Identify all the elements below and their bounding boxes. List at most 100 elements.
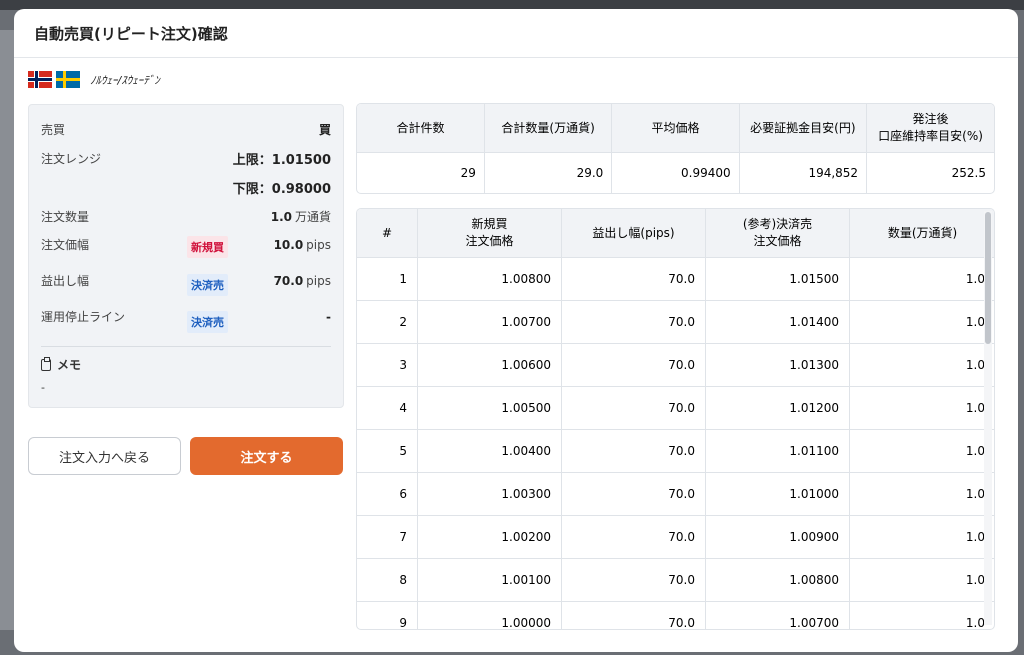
memo-heading: メモ [41, 356, 81, 373]
take-profit-row: 益出し幅 70.0 pips [41, 272, 331, 289]
table-cell: 4 [357, 386, 418, 430]
tp-value: 70.0 pips [273, 273, 331, 288]
stats-cell: 194,852 [739, 152, 868, 193]
table-row: 4 1.00500 70.0 1.01200 1.0 [357, 386, 994, 430]
orders-table[interactable]: # 新規買 注文価格 益出し幅(pips) (参考)決済売 注文価格 数量(万通貨) 1 1.… [356, 208, 995, 630]
clipboard-icon [41, 356, 51, 371]
table-cell: 1.01400 [705, 300, 850, 344]
table-cell: 1.0 [849, 558, 994, 602]
table-row: 2 1.00700 70.0 1.01400 1.0 [357, 300, 994, 344]
stop-value: - [326, 309, 331, 324]
range-lower-row: 下限：0.98000 [41, 178, 331, 197]
table-cell: 1.00500 [417, 386, 562, 430]
back-to-input-button[interactable]: 注文入力へ戻る [28, 437, 181, 475]
table-row: 1 1.00800 70.0 1.01500 1.0 [357, 257, 994, 301]
stop-label: 運用停止ライン [41, 310, 126, 324]
table-cell: 70.0 [561, 343, 706, 387]
stats-header: 合計数量(万通貨) [484, 104, 613, 153]
memo-value: - [41, 381, 45, 394]
table-cell: 1.0 [849, 257, 994, 301]
table-cell: 70.0 [561, 300, 706, 344]
side-label: 売買 [41, 123, 66, 137]
background-sidebar [0, 30, 14, 630]
qty-row: 注文数量 1.0 万通貨 [41, 208, 331, 225]
table-cell: 1.0 [849, 601, 994, 629]
confirm-dialog: 自動売買(リピート注文)確認 ﾉﾙｳｪｰ/ｽｳｪｰﾃﾞﾝ 売買 買 注文レンジ … [14, 9, 1018, 652]
orders-header: 新規買 注文価格 [417, 209, 562, 258]
stats-header: 合計件数 [357, 104, 485, 153]
table-row: 9 1.00000 70.0 1.00700 1.0 [357, 601, 994, 629]
table-cell: 70.0 [561, 558, 706, 602]
qty-value: 1.0 万通貨 [270, 210, 331, 224]
table-row: 5 1.00400 70.0 1.01100 1.0 [357, 429, 994, 473]
table-row: 6 1.00300 70.0 1.01000 1.0 [357, 472, 994, 516]
table-cell: 1.00100 [417, 558, 562, 602]
stats-cell: 29.0 [484, 152, 613, 193]
table-row: 7 1.00200 70.0 1.00900 1.0 [357, 515, 994, 559]
settle-sell-badge: 決済売 [187, 274, 228, 296]
table-cell: 1.00800 [417, 257, 562, 301]
side-value: 買 [318, 123, 331, 137]
range-upper: 上限：1.01500 [232, 153, 331, 168]
range-lower: 下限：0.98000 [232, 182, 331, 197]
stats-cell: 0.99400 [611, 152, 740, 193]
table-row: 8 1.00100 70.0 1.00800 1.0 [357, 558, 994, 602]
table-cell: 1.00700 [417, 300, 562, 344]
stats-table: 合計件数 合計数量(万通貨) 平均価格 必要証拠金目安(円) 発注後 口座維持率目安(%)… [356, 103, 995, 194]
orders-header: 数量(万通貨) [849, 209, 994, 258]
new-buy-badge: 新規買 [187, 236, 228, 258]
table-cell: 1.0 [849, 300, 994, 344]
table-cell: 70.0 [561, 429, 706, 473]
stats-header: 平均価格 [611, 104, 740, 153]
stats-header: 必要証拠金目安(円) [739, 104, 868, 153]
place-order-button[interactable]: 注文する [190, 437, 343, 475]
table-cell: 70.0 [561, 515, 706, 559]
table-cell: 1.01000 [705, 472, 850, 516]
table-cell: 5 [357, 429, 418, 473]
stats-cell: 252.5 [951, 166, 986, 180]
range-row: 注文レンジ 上限：1.01500 [41, 149, 331, 168]
scrollbar-thumb[interactable] [985, 212, 991, 344]
divider [41, 346, 331, 347]
sweden-flag-icon [56, 71, 80, 88]
table-cell: 7 [357, 515, 418, 559]
table-cell: 2 [357, 300, 418, 344]
table-cell: 1.01200 [705, 386, 850, 430]
dialog-title: 自動売買(リピート注文)確認 [14, 9, 1018, 58]
orders-header: (参考)決済売 注文価格 [705, 209, 850, 258]
table-cell: 1.00800 [705, 558, 850, 602]
order-summary-card: 売買 買 注文レンジ 上限：1.01500 下限：0.98000 注文数量 1.… [28, 104, 344, 408]
pair-name: ﾉﾙｳｪｰ/ｽｳｪｰﾃﾞﾝ [90, 73, 160, 87]
table-cell: 1.0 [849, 343, 994, 387]
range-label: 注文レンジ [41, 152, 102, 166]
side-row: 売買 買 [41, 121, 331, 138]
table-cell: 1.0 [849, 515, 994, 559]
tp-label: 益出し幅 [41, 274, 90, 288]
table-cell: 1.00000 [417, 601, 562, 629]
orders-header: 益出し幅(pips) [561, 209, 706, 258]
table-cell: 1 [357, 257, 418, 301]
table-cell: 1.0 [849, 472, 994, 516]
stats-header: 発注後 口座維持率目安(%) [866, 104, 994, 153]
table-cell: 1.01300 [705, 343, 850, 387]
memo-label: メモ [57, 358, 82, 372]
table-cell: 6 [357, 472, 418, 516]
table-cell: 1.01100 [705, 429, 850, 473]
table-cell: 1.0 [849, 429, 994, 473]
qty-label: 注文数量 [41, 210, 90, 224]
norway-flag-icon [28, 71, 52, 88]
table-cell: 8 [357, 558, 418, 602]
width-value: 10.0 pips [273, 237, 331, 252]
table-cell: 1.00700 [705, 601, 850, 629]
table-row: 3 1.00600 70.0 1.01300 1.0 [357, 343, 994, 387]
table-cell: 1.00200 [417, 515, 562, 559]
currency-pair: ﾉﾙｳｪｰ/ｽｳｪｰﾃﾞﾝ [28, 71, 160, 88]
table-cell: 1.00300 [417, 472, 562, 516]
stop-row: 運用停止ライン - [41, 308, 331, 325]
table-cell: 70.0 [561, 472, 706, 516]
table-cell: 1.0 [849, 386, 994, 430]
width-label: 注文価幅 [41, 238, 90, 252]
table-cell: 70.0 [561, 601, 706, 629]
table-cell: 70.0 [561, 257, 706, 301]
table-cell: 1.01500 [705, 257, 850, 301]
